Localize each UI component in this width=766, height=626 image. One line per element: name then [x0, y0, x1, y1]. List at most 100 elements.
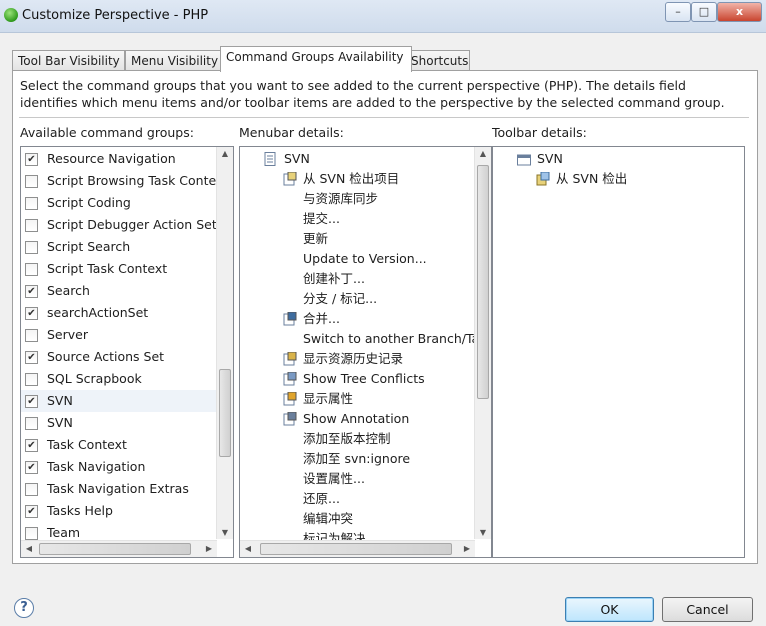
scroll-left-arrow-icon[interactable]: ◀: [240, 544, 256, 553]
menubar-item-label: 从 SVN 检出项目: [303, 171, 400, 186]
groups-horizontal-scrollbar[interactable]: ◀ ▶: [21, 540, 217, 557]
command-groups-list[interactable]: ✔ Resource Navigation Script Browsing Task…: [20, 146, 234, 558]
toolbar-root-svn[interactable]: SVN: [517, 149, 563, 169]
command-group-item[interactable]: Script Debugger Action Set: [21, 214, 217, 236]
cancel-button[interactable]: Cancel: [662, 597, 753, 622]
command-group-label: Script Browsing Task Context: [47, 173, 229, 188]
scroll-right-arrow-icon[interactable]: ▶: [459, 544, 475, 553]
menubar-item[interactable]: 添加至 svn:ignore: [303, 449, 410, 469]
scroll-left-arrow-icon[interactable]: ◀: [21, 544, 37, 553]
checkbox[interactable]: ✔: [25, 461, 38, 474]
command-group-item[interactable]: Script Browsing Task Context: [21, 170, 228, 192]
command-group-item[interactable]: SVN: [21, 412, 217, 434]
menubar-item-label: 显示属性: [303, 391, 354, 406]
menubar-item[interactable]: 添加至版本控制: [303, 429, 391, 449]
toolbar-item-checkout[interactable]: 从 SVN 检出: [536, 169, 627, 189]
groups-scroll-thumb[interactable]: [219, 369, 231, 457]
command-group-item[interactable]: Script Coding: [21, 192, 217, 214]
checkbox[interactable]: ✔: [25, 439, 38, 452]
checkbox[interactable]: [25, 329, 38, 342]
scroll-right-arrow-icon[interactable]: ▶: [201, 544, 217, 553]
menubar-item[interactable]: 与资源库同步: [303, 189, 378, 209]
command-group-item[interactable]: ✔ SVN: [21, 390, 217, 412]
menubar-vertical-scrollbar[interactable]: ▲ ▼: [474, 147, 491, 539]
command-group-item[interactable]: ✔ Search: [21, 280, 217, 302]
command-group-label: Task Navigation Extras: [47, 481, 189, 496]
tab-shortcuts[interactable]: Shortcuts: [405, 50, 470, 71]
menubar-item[interactable]: 分支 / 标记...: [303, 289, 377, 309]
command-group-item[interactable]: ✔ Task Context: [21, 434, 217, 456]
scroll-down-arrow-icon[interactable]: ▼: [217, 528, 233, 537]
menubar-item[interactable]: 更新: [303, 229, 328, 249]
menubar-item[interactable]: Show Annotation: [283, 409, 409, 429]
menubar-horizontal-scrollbar[interactable]: ◀ ▶: [240, 540, 475, 557]
checkbox[interactable]: ✔: [25, 395, 38, 408]
divider: [19, 117, 749, 118]
checkbox[interactable]: ✔: [25, 505, 38, 518]
menubar-details-header: Menubar details:: [239, 125, 344, 140]
command-group-label: Task Navigation: [47, 459, 146, 474]
svn-checkout-icon: [283, 171, 297, 186]
menubar-item[interactable]: 显示资源历史记录: [283, 349, 403, 369]
checkbox[interactable]: [25, 373, 38, 386]
checkbox[interactable]: ✔: [25, 153, 38, 166]
menubar-item[interactable]: 从 SVN 检出项目: [283, 169, 400, 189]
command-group-item[interactable]: ✔ Source Actions Set: [21, 346, 217, 368]
close-button[interactable]: x: [717, 2, 762, 22]
scroll-up-arrow-icon[interactable]: ▲: [475, 149, 491, 158]
command-group-item[interactable]: Server: [21, 324, 217, 346]
menubar-details-tree[interactable]: SVN 从 SVN 检出项目与资源库同步 提交... 更新 Update to Ver…: [239, 146, 492, 558]
checkbox[interactable]: [25, 219, 38, 232]
ok-button[interactable]: OK: [565, 597, 654, 622]
command-group-label: Script Debugger Action Set: [47, 217, 217, 232]
scroll-down-arrow-icon[interactable]: ▼: [475, 528, 491, 537]
menubar-item[interactable]: 还原...: [303, 489, 340, 509]
menubar-scroll-thumb[interactable]: [477, 165, 489, 399]
menubar-item[interactable]: Update to Version...: [303, 249, 427, 269]
command-group-item[interactable]: ✔ searchActionSet: [21, 302, 217, 324]
menubar-item[interactable]: 设置属性...: [303, 469, 365, 489]
checkbox[interactable]: [25, 417, 38, 430]
checkbox[interactable]: ✔: [25, 351, 38, 364]
toolbar-details-tree[interactable]: SVN 从 SVN 检出: [492, 146, 745, 558]
command-group-label: searchActionSet: [47, 305, 149, 320]
command-group-label: Resource Navigation: [47, 151, 176, 166]
command-group-item[interactable]: ✔ Task Navigation: [21, 456, 217, 478]
menubar-item[interactable]: 显示属性: [283, 389, 354, 409]
menubar-root-label: SVN: [284, 151, 310, 166]
checkbox[interactable]: ✔: [25, 285, 38, 298]
tab-menu-visibility[interactable]: Menu Visibility: [125, 50, 221, 71]
groups-vertical-scrollbar[interactable]: ▲ ▼: [216, 147, 233, 539]
menubar-item[interactable]: 编辑冲突: [303, 509, 353, 529]
menubar-item[interactable]: 创建补丁...: [303, 269, 365, 289]
checkbox[interactable]: [25, 527, 38, 540]
command-group-item[interactable]: ✔ Resource Navigation: [21, 148, 217, 170]
command-group-item[interactable]: Script Search: [21, 236, 217, 258]
checkbox[interactable]: [25, 483, 38, 496]
menubar-item[interactable]: Switch to another Branch/Tag: [303, 329, 487, 349]
groups-hscroll-thumb[interactable]: [39, 543, 191, 555]
checkbox[interactable]: [25, 263, 38, 276]
checkbox[interactable]: ✔: [25, 307, 38, 320]
menubar-hscroll-thumb[interactable]: [260, 543, 452, 555]
checkbox[interactable]: [25, 175, 38, 188]
minimize-button[interactable]: –: [665, 2, 691, 22]
maximize-button[interactable]: □: [691, 2, 717, 22]
menubar-root-svn[interactable]: SVN: [264, 149, 310, 169]
checkbox[interactable]: [25, 197, 38, 210]
merge-icon: [283, 311, 297, 326]
description-text: Select the command groups that you want …: [20, 78, 725, 110]
scroll-up-arrow-icon[interactable]: ▲: [217, 149, 233, 158]
command-group-label: SVN: [47, 415, 73, 430]
tab-command-groups-availability[interactable]: Command Groups Availability: [220, 46, 412, 72]
checkbox[interactable]: [25, 241, 38, 254]
tab-tool-bar-visibility[interactable]: Tool Bar Visibility: [12, 50, 125, 71]
command-group-item[interactable]: SQL Scrapbook: [21, 368, 217, 390]
menubar-item[interactable]: Show Tree Conflicts: [283, 369, 425, 389]
menubar-item[interactable]: 合并...: [283, 309, 340, 329]
menubar-item[interactable]: 提交...: [303, 209, 340, 229]
command-group-item[interactable]: Script Task Context: [21, 258, 217, 280]
help-icon[interactable]: ?: [14, 598, 34, 618]
command-group-item[interactable]: Task Navigation Extras: [21, 478, 217, 500]
command-group-item[interactable]: ✔ Tasks Help: [21, 500, 217, 522]
